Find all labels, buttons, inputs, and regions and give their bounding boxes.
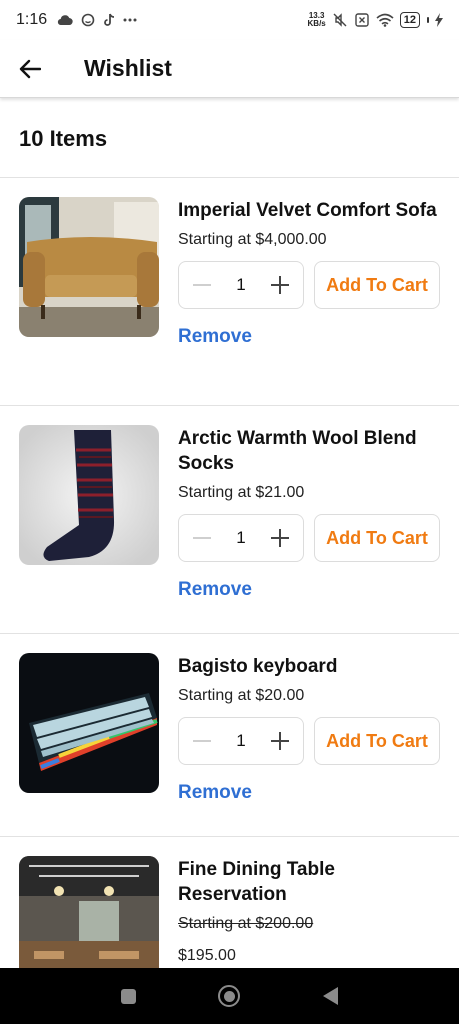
remove-button[interactable]: Remove <box>178 782 252 804</box>
product-name[interactable]: Bagisto keyboard <box>178 654 448 679</box>
remove-button[interactable]: Remove <box>178 326 252 348</box>
wishlist-item: Arctic Warmth Wool Blend Socks Starting … <box>0 406 459 634</box>
quantity-stepper: 1 <box>178 261 304 309</box>
home-icon[interactable] <box>218 985 241 1007</box>
net-speed: 13.3 KB/s <box>308 12 326 28</box>
status-left: 1:16 <box>16 11 137 29</box>
item-count: 10 Items <box>19 125 108 151</box>
quantity-value: 1 <box>236 731 246 750</box>
item-controls: 1 Add To Cart <box>178 717 448 765</box>
item-info: Imperial Velvet Comfort Sofa Starting at… <box>178 198 448 348</box>
status-right: 13.3 KB/s 12 <box>308 12 443 28</box>
product-price: Starting at $4,000.00 <box>178 231 327 248</box>
wishlist: Imperial Velvet Comfort Sofa Starting at… <box>0 178 459 1024</box>
remove-button[interactable]: Remove <box>178 579 252 601</box>
product-image-sofa[interactable] <box>19 197 159 337</box>
item-info: Fine Dining Table Reservation Starting a… <box>178 857 448 965</box>
wishlist-item: Imperial Velvet Comfort Sofa Starting at… <box>0 178 459 406</box>
back-button[interactable] <box>0 40 60 98</box>
tiktok-icon <box>104 13 115 26</box>
net-speed-unit: KB/s <box>307 19 326 28</box>
item-info: Arctic Warmth Wool Blend Socks Starting … <box>178 426 448 601</box>
page-title: Wishlist <box>84 55 172 81</box>
app-bar: Wishlist <box>0 40 459 98</box>
cloud-icon <box>57 15 73 26</box>
item-info: Bagisto keyboard Starting at $20.00 1 Ad… <box>178 654 448 804</box>
quantity-stepper: 1 <box>178 514 304 562</box>
status-bar: 1:16 13.3 KB/s 12 <box>0 0 459 40</box>
face-icon <box>81 13 95 27</box>
product-original-price: Starting at $200.00 <box>178 915 314 932</box>
product-price: Starting at $20.00 <box>178 687 305 704</box>
add-to-cart-button[interactable]: Add To Cart <box>314 261 440 309</box>
product-price: Starting at $21.00 <box>178 484 305 501</box>
wifi-icon <box>376 13 394 27</box>
charging-icon <box>435 13 443 27</box>
product-name[interactable]: Arctic Warmth Wool Blend Socks <box>178 426 448 476</box>
back-triangle-icon[interactable] <box>322 987 338 1005</box>
status-time: 1:16 <box>16 11 48 28</box>
battery-level: 12 <box>403 14 416 26</box>
battery-tip <box>427 17 429 23</box>
more-dots-icon <box>123 18 137 22</box>
system-nav-bar <box>0 968 459 1024</box>
add-to-cart-button[interactable]: Add To Cart <box>314 514 440 562</box>
arrow-left-icon <box>19 59 41 78</box>
minus-icon[interactable] <box>193 740 211 742</box>
minus-icon[interactable] <box>193 537 211 539</box>
battery-icon: 12 <box>399 12 420 28</box>
quantity-value: 1 <box>236 528 246 547</box>
wishlist-item: Bagisto keyboard Starting at $20.00 1 Ad… <box>0 634 459 837</box>
minus-icon[interactable] <box>193 284 211 286</box>
item-controls: 1 Add To Cart <box>178 261 448 309</box>
product-image-socks[interactable] <box>19 425 159 565</box>
product-name[interactable]: Imperial Velvet Comfort Sofa <box>178 198 448 223</box>
plus-icon[interactable] <box>271 276 289 294</box>
product-image-keyboard[interactable] <box>19 653 159 793</box>
plus-icon[interactable] <box>271 529 289 547</box>
recent-apps-icon[interactable] <box>121 988 137 1004</box>
product-name[interactable]: Fine Dining Table Reservation <box>178 857 448 907</box>
mute-icon <box>333 13 347 27</box>
add-to-cart-button[interactable]: Add To Cart <box>314 717 440 765</box>
sim-x-icon <box>355 13 369 27</box>
item-controls: 1 Add To Cart <box>178 514 448 562</box>
plus-icon[interactable] <box>271 732 289 750</box>
quantity-value: 1 <box>236 275 246 294</box>
product-special-price: $195.00 <box>178 947 236 964</box>
quantity-stepper: 1 <box>178 717 304 765</box>
item-count-row: 10 Items <box>0 100 459 178</box>
